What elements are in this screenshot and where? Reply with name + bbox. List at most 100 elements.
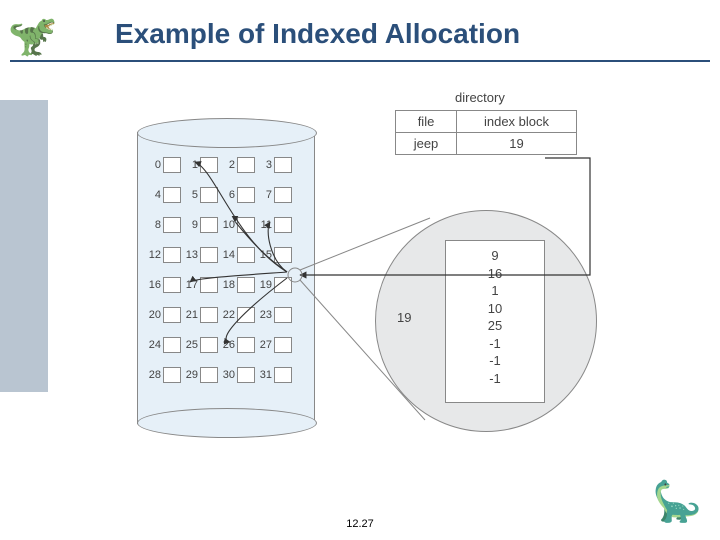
disk-block-1: 1 xyxy=(184,157,218,173)
disk-block-number: 23 xyxy=(258,309,272,321)
index-block-entry: 25 xyxy=(446,317,544,335)
disk-block-6: 6 xyxy=(221,187,255,203)
disk-block-box xyxy=(274,157,292,173)
disk-row: 8 9 1011 xyxy=(147,210,307,240)
index-block-entry: -1 xyxy=(446,335,544,353)
disk-block-number: 6 xyxy=(221,189,235,201)
disk-block-13: 13 xyxy=(184,247,218,263)
disk-block-grid: 0123456789101112131415161718192021222324… xyxy=(147,150,307,390)
slide-sidebar xyxy=(0,100,48,392)
disk-block-box xyxy=(163,307,181,323)
disk-block-31: 31 xyxy=(258,367,292,383)
disk-block-number: 20 xyxy=(147,309,161,321)
disk-block-number: 2 xyxy=(221,159,235,171)
index-block-number-label: 19 xyxy=(397,310,411,325)
disk-block-number: 0 xyxy=(147,159,161,171)
disk-block-box xyxy=(237,277,255,293)
index-block-entry: 1 xyxy=(446,282,544,300)
disk-row: 0 1 2 3 xyxy=(147,150,307,180)
slide-title: Example of Indexed Allocation xyxy=(115,18,520,50)
disk-block-box xyxy=(274,217,292,233)
disk-block-box xyxy=(237,187,255,203)
disk-block-box xyxy=(200,247,218,263)
disk-block-29: 29 xyxy=(184,367,218,383)
disk-block-number: 28 xyxy=(147,369,161,381)
disk-block-box xyxy=(237,217,255,233)
disk-row: 28 29 30 31 xyxy=(147,360,307,390)
disk-block-22: 22 xyxy=(221,307,255,323)
disk-block-12: 12 xyxy=(147,247,181,263)
disk-block-number: 5 xyxy=(184,189,198,201)
disk-block-number: 17 xyxy=(184,279,198,291)
disk-block-box xyxy=(200,187,218,203)
disk-row: 20 21 2223 xyxy=(147,300,307,330)
disk-block-box xyxy=(274,187,292,203)
disk-block-30: 30 xyxy=(221,367,255,383)
disk-block-10: 10 xyxy=(221,217,255,233)
disk-row: 4567 xyxy=(147,180,307,210)
directory-file-name: jeep xyxy=(396,133,457,154)
index-block-entry: 10 xyxy=(446,300,544,318)
directory-table: file index block jeep 19 xyxy=(395,110,577,155)
disk-block-box xyxy=(163,367,181,383)
disk-block-number: 1 xyxy=(184,159,198,171)
disk-block-15: 15 xyxy=(258,247,292,263)
disk-block-number: 21 xyxy=(184,309,198,321)
disk-block-box xyxy=(163,247,181,263)
disk-block-18: 18 xyxy=(221,277,255,293)
disk-block-box xyxy=(237,247,255,263)
disk-block-number: 15 xyxy=(258,249,272,261)
disk-block-box xyxy=(200,217,218,233)
disk-block-box xyxy=(200,277,218,293)
disk-block-number: 11 xyxy=(258,219,272,231)
disk-block-number: 27 xyxy=(258,339,272,351)
title-rule xyxy=(10,60,710,62)
disk-block-number: 25 xyxy=(184,339,198,351)
disk-block-number: 24 xyxy=(147,339,161,351)
disk-block-box xyxy=(163,187,181,203)
disk-block-number: 9 xyxy=(184,219,198,231)
disk-block-26: 26 xyxy=(221,337,255,353)
disk-block-box xyxy=(274,367,292,383)
disk-block-number: 8 xyxy=(147,219,161,231)
disk-cylinder-bottom xyxy=(137,408,317,438)
index-block-entry: 16 xyxy=(446,265,544,283)
disk-block-5: 5 xyxy=(184,187,218,203)
disk-block-box xyxy=(163,157,181,173)
disk-block-17: 17 xyxy=(184,277,218,293)
disk-block-number: 3 xyxy=(258,159,272,171)
disk-block-box xyxy=(274,337,292,353)
disk-block-16: 16 xyxy=(147,277,181,293)
index-block-entry: -1 xyxy=(446,370,544,388)
disk-block-box xyxy=(237,307,255,323)
disk-block-23: 23 xyxy=(258,307,292,323)
directory-index-value: 19 xyxy=(457,133,576,154)
disk-block-box xyxy=(200,157,218,173)
disk-block-3: 3 xyxy=(258,157,292,173)
directory-header-row: file index block xyxy=(396,111,576,133)
disk-block-20: 20 xyxy=(147,307,181,323)
disk-block-11: 11 xyxy=(258,217,292,233)
slide-page-number: 12.27 xyxy=(0,518,720,530)
disk-block-7: 7 xyxy=(258,187,292,203)
logo-dino-right-icon: 🦕 xyxy=(652,482,702,522)
index-block-entry: 9 xyxy=(446,247,544,265)
disk-block-box xyxy=(237,337,255,353)
disk-block-box xyxy=(237,367,255,383)
disk-block-25: 25 xyxy=(184,337,218,353)
disk-block-0: 0 xyxy=(147,157,181,173)
disk-row: 24 25 2627 xyxy=(147,330,307,360)
index-block-entry: -1 xyxy=(446,352,544,370)
index-block-contents: 91611025-1-1-1 xyxy=(445,240,545,403)
disk-block-box xyxy=(163,277,181,293)
disk-block-number: 31 xyxy=(258,369,272,381)
disk-block-19: 19 xyxy=(258,277,292,293)
directory-header-indexblock: index block xyxy=(457,111,576,132)
disk-block-box xyxy=(274,307,292,323)
disk-block-14: 14 xyxy=(221,247,255,263)
disk-block-box xyxy=(163,217,181,233)
disk-block-box xyxy=(274,277,292,293)
disk-block-number: 30 xyxy=(221,369,235,381)
disk-block-21: 21 xyxy=(184,307,218,323)
disk-block-number: 29 xyxy=(184,369,198,381)
